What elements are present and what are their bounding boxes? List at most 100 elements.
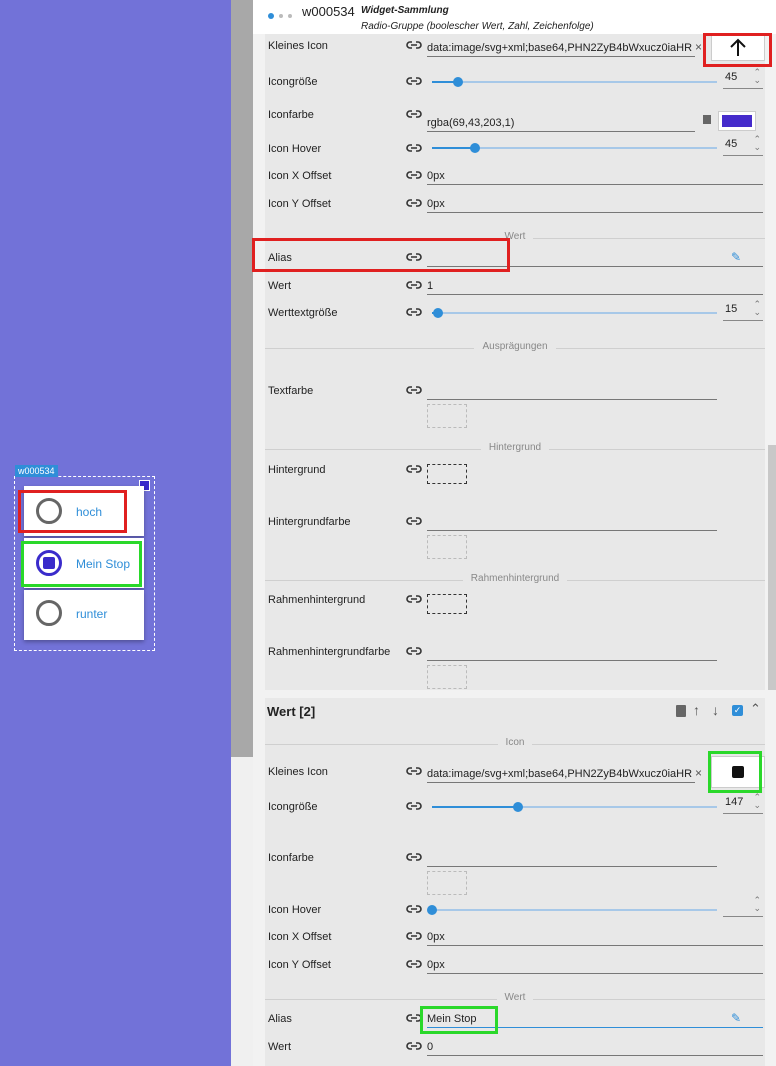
widget-set: Widget-Sammlung	[361, 5, 449, 16]
icon-size-number[interactable]: 147 ⌃ ⌄	[723, 793, 763, 814]
rahmenhintergrundfarbe-row: Rahmenhintergrundfarbe	[265, 642, 765, 666]
link-icon[interactable]	[405, 515, 423, 527]
icon-size-label: Icongröße	[268, 801, 318, 813]
spinner-icon[interactable]: ⌃ ⌄	[753, 135, 761, 152]
small-icon-label: Kleines Icon	[268, 766, 328, 778]
link-icon[interactable]	[405, 384, 423, 396]
werttext-size-number[interactable]: 15 ⌃ ⌄	[723, 300, 763, 321]
hintergrundfarbe-row: Hintergrundfarbe	[265, 512, 765, 536]
icon-size-slider[interactable]	[432, 802, 717, 812]
link-icon[interactable]	[405, 39, 423, 51]
link-icon[interactable]	[405, 930, 423, 942]
panel-scrollbar[interactable]	[768, 445, 776, 690]
hintergrund-row: Hintergrund	[265, 460, 765, 484]
widget-header: w000534 Widget-Sammlung Radio-Gruppe (bo…	[253, 0, 776, 34]
frame-background-picker[interactable]	[427, 594, 467, 614]
chevron-up-icon[interactable]: ⌃	[750, 701, 761, 717]
wert-row: Wert 1	[265, 276, 765, 300]
spinner-icon[interactable]: ⌃ ⌄	[753, 896, 761, 913]
clear-icon[interactable]: ×	[695, 766, 702, 780]
icon-hover-number[interactable]: ⌃ ⌄	[723, 896, 763, 917]
slider-knob[interactable]	[427, 905, 437, 915]
icon-x-offset-field[interactable]: 0px	[427, 166, 763, 185]
icon-size-slider[interactable]	[432, 77, 717, 87]
color-swatch-button[interactable]	[718, 111, 756, 131]
slider-knob[interactable]	[470, 143, 480, 153]
hintergrundfarbe-field[interactable]	[427, 512, 717, 531]
section-wert: Wert	[265, 992, 765, 1006]
trash-icon[interactable]	[703, 115, 711, 124]
wert-2-icon-size-row: Icongröße 147 ⌃ ⌄	[265, 793, 765, 821]
link-icon[interactable]	[405, 1040, 423, 1052]
arrow-up-icon[interactable]: ↑	[693, 702, 700, 718]
wert-2-toolbar: ↑ ↓ ✓ ⌃	[674, 701, 766, 719]
color-swatch-empty[interactable]	[427, 871, 467, 895]
icon-color-field[interactable]	[427, 848, 717, 867]
clear-icon[interactable]: ×	[695, 40, 702, 54]
slider-knob[interactable]	[433, 308, 443, 318]
slider-knob[interactable]	[513, 802, 523, 812]
link-icon[interactable]	[405, 800, 423, 812]
trash-icon[interactable]	[676, 705, 686, 717]
background-picker[interactable]	[427, 464, 467, 484]
canvas-gutter-lower	[231, 757, 253, 1066]
link-icon[interactable]	[405, 279, 423, 291]
wert-2-alias-row: Alias Mein Stop ✎	[265, 1009, 765, 1033]
wert-2-icon-y-offset-row: Icon Y Offset 0px	[265, 955, 765, 979]
spinner-icon[interactable]: ⌃ ⌄	[753, 300, 761, 317]
checkbox-checked[interactable]: ✓	[732, 705, 743, 716]
link-icon[interactable]	[405, 903, 423, 915]
wert-field[interactable]: 0	[427, 1037, 763, 1056]
link-icon[interactable]	[405, 645, 423, 657]
arrow-down-icon[interactable]: ↓	[712, 702, 719, 718]
link-icon[interactable]	[405, 765, 423, 777]
wert-2-small-icon-row: Kleines Icon data:image/svg+xml;base64,P…	[265, 756, 765, 788]
link-icon[interactable]	[405, 108, 423, 120]
spinner-icon[interactable]: ⌃ ⌄	[753, 68, 761, 85]
icon-hover-label: Icon Hover	[268, 143, 322, 155]
link-icon[interactable]	[405, 306, 423, 318]
rahmenhintergrund-row: Rahmenhintergrund	[265, 590, 765, 614]
widget-tag[interactable]: w000534	[15, 465, 58, 477]
link-icon[interactable]	[405, 169, 423, 181]
spinner-icon[interactable]: ⌃ ⌄	[753, 793, 761, 810]
icon-hover-slider[interactable]	[432, 143, 717, 153]
section-rahmenhintergrund: Rahmenhintergrund	[265, 573, 765, 587]
edit-pencil-icon[interactable]: ✎	[731, 1011, 741, 1025]
link-icon[interactable]	[405, 593, 423, 605]
icon-y-offset-field[interactable]: 0px	[427, 955, 763, 974]
icon-x-offset-field[interactable]: 0px	[427, 927, 763, 946]
link-icon[interactable]	[405, 197, 423, 209]
canvas-gutter	[231, 0, 253, 757]
link-icon[interactable]	[405, 463, 423, 475]
color-swatch-empty[interactable]	[427, 665, 467, 689]
wert-2-icon-color-row: Iconfarbe	[265, 848, 765, 872]
werttext-size-slider[interactable]	[432, 308, 717, 318]
link-icon[interactable]	[405, 851, 423, 863]
wert-field[interactable]: 1	[427, 276, 763, 295]
link-icon[interactable]	[405, 75, 423, 87]
icon-y-offset-field[interactable]: 0px	[427, 194, 763, 213]
icon-color-field[interactable]: rgba(69,43,203,1)	[427, 113, 695, 132]
color-swatch-empty[interactable]	[427, 404, 467, 428]
wert-2-icon-x-offset-row: Icon X Offset 0px	[265, 927, 765, 951]
small-icon-field[interactable]: data:image/svg+xml;base64,PHN2ZyB4bWxucz…	[427, 38, 695, 57]
icon-hover-label: Icon Hover	[268, 904, 322, 916]
icon-hover-slider[interactable]	[427, 905, 717, 915]
rahmenhintergrundfarbe-label: Rahmenhintergrundfarbe	[268, 646, 391, 658]
textfarbe-field[interactable]	[427, 381, 717, 400]
link-icon[interactable]	[405, 142, 423, 154]
edit-pencil-icon[interactable]: ✎	[731, 250, 741, 264]
slider-knob[interactable]	[453, 77, 463, 87]
icon-size-row: Icongröße 45 ⌃ ⌄	[265, 68, 765, 96]
wert-2-title: Wert [2]	[267, 704, 316, 719]
small-icon-field[interactable]: data:image/svg+xml;base64,PHN2ZyB4bWxucz…	[427, 764, 695, 783]
icon-hover-number[interactable]: 45 ⌃ ⌄	[723, 135, 763, 156]
link-icon[interactable]	[405, 958, 423, 970]
icon-x-offset-label: Icon X Offset	[268, 170, 332, 182]
radio-option-runter[interactable]: runter	[24, 590, 144, 640]
rahmenhintergrundfarbe-field[interactable]	[427, 642, 717, 661]
widget-id: w000534	[302, 4, 355, 19]
color-swatch-empty[interactable]	[427, 535, 467, 559]
icon-size-number[interactable]: 45 ⌃ ⌄	[723, 68, 763, 89]
